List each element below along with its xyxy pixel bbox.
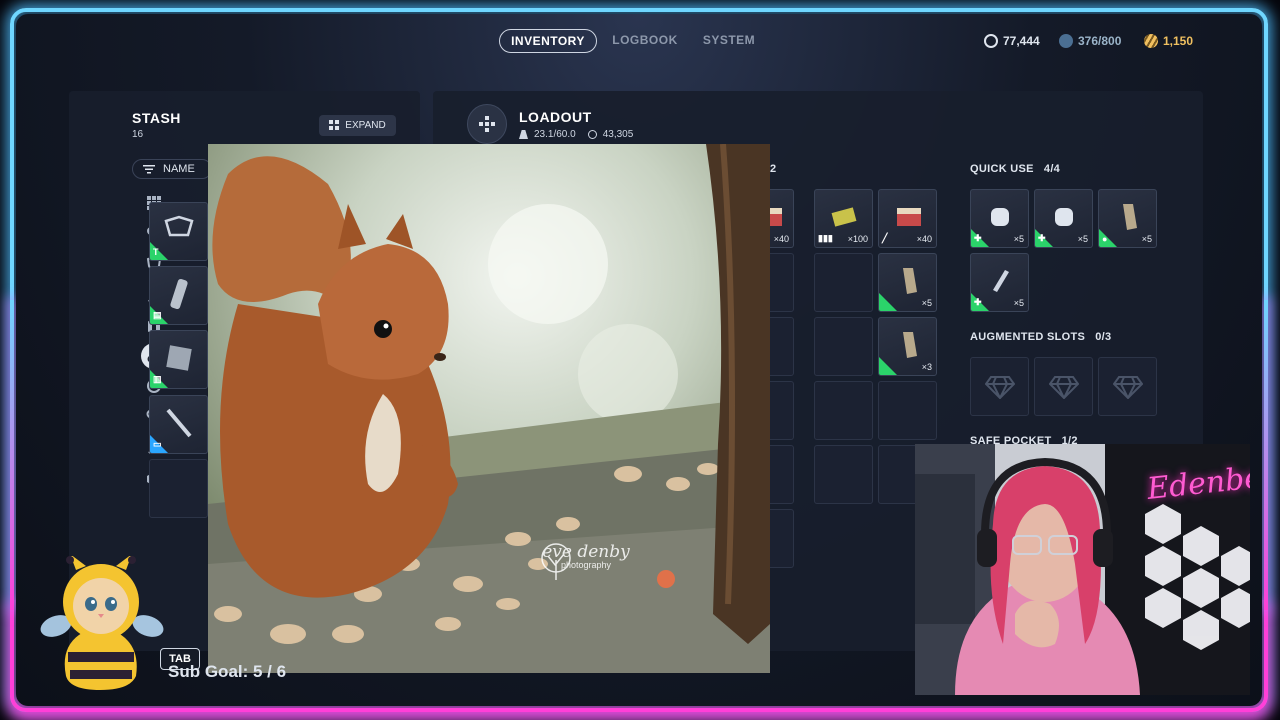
squirrel-photo-overlay: eve denby photography <box>208 144 770 673</box>
currency-coins: 77,444 <box>984 34 1040 48</box>
expand-button[interactable]: EXPAND <box>319 115 396 136</box>
canister-item-icon <box>170 278 188 310</box>
loadout-weight: 23.1/60.0 <box>534 129 576 140</box>
tab-logbook[interactable]: LOGBOOK <box>606 29 684 53</box>
quick-use-slot[interactable]: ✚ ×5 <box>970 253 1029 312</box>
squirrel-photo <box>208 144 770 673</box>
ammo-type-icon: ╱ <box>882 233 888 243</box>
neon-border-left <box>10 300 14 610</box>
augmented-count: 0/3 <box>1095 331 1112 343</box>
stash-count: 16 <box>132 129 144 140</box>
backpack-slot-empty[interactable] <box>814 445 873 504</box>
stash-title: STASH <box>132 110 181 126</box>
heal-icon: ✚ <box>974 297 982 307</box>
gem-icon <box>1048 375 1079 399</box>
backpack-slot[interactable]: ×5 <box>878 253 937 312</box>
quick-use-slot[interactable]: ✚ ×5 <box>1034 189 1093 248</box>
backpack-slot-empty[interactable] <box>814 317 873 376</box>
backpack-slot[interactable]: ▮▮▮ ×100 <box>814 189 873 248</box>
loadout-icon <box>467 104 507 144</box>
augment-slot[interactable] <box>970 357 1029 416</box>
stash-slot[interactable]: ▥ <box>149 330 208 389</box>
ammo-type-icon: ▮▮▮ <box>818 233 833 243</box>
injector-item-icon <box>993 270 1009 292</box>
currency-tokens: 1,150 <box>1144 34 1193 48</box>
tree-logo-icon <box>541 543 571 580</box>
gem-icon <box>1112 375 1143 399</box>
tab-system[interactable]: SYSTEM <box>696 29 762 53</box>
backpack-slot-empty[interactable] <box>878 381 937 440</box>
storage-icon <box>1059 34 1073 48</box>
crossbow-item-icon <box>164 215 194 237</box>
plating-item-icon <box>166 345 192 371</box>
photo-watermark: eve denby photography <box>526 542 646 580</box>
gem-icon <box>984 375 1015 399</box>
bee-cat-mascot <box>40 556 164 690</box>
grenade-type-icon: ● <box>1102 234 1108 244</box>
coin-icon <box>984 34 998 48</box>
heal-icon: ✚ <box>1038 233 1046 243</box>
augment-slot[interactable] <box>1098 357 1157 416</box>
sub-goal-text: Sub Goal: 5 / 6 <box>168 662 287 681</box>
webcam-overlay: Edenbe <box>915 444 1250 695</box>
top-nav: INVENTORY LOGBOOK SYSTEM 77,444 376/800 … <box>16 26 1262 56</box>
backpack-count: 2 <box>770 163 777 175</box>
neon-border-right <box>1264 300 1268 610</box>
expand-icon <box>329 120 340 130</box>
filter-icon <box>143 165 155 174</box>
bandage-item-icon <box>1055 208 1073 226</box>
weight-icon <box>519 130 528 139</box>
backpack-slot[interactable]: ×3 <box>878 317 937 376</box>
loadout-stats: 23.1/60.0 43,305 <box>519 129 633 140</box>
sort-name-button[interactable]: NAME <box>132 159 212 179</box>
augmented-slots-label: AUGMENTED SLOTS 0/3 <box>970 331 1112 343</box>
stash-slot-empty[interactable] <box>149 459 208 518</box>
grenade-item-icon <box>1123 204 1137 230</box>
sort-label: NAME <box>163 163 195 175</box>
stash-slot[interactable]: ▤ <box>149 266 208 325</box>
tokens-value: 1,150 <box>1163 34 1194 48</box>
grenade-item-icon <box>903 332 917 358</box>
grenade-item-icon <box>903 268 917 294</box>
heal-icon: ✚ <box>974 233 982 243</box>
loadout-value: 43,305 <box>602 129 634 140</box>
quick-use-count: 4/4 <box>1043 163 1061 175</box>
stash-slot[interactable]: T <box>149 202 208 261</box>
quick-use-slot[interactable]: ● ×5 <box>1098 189 1157 248</box>
token-icon <box>1144 34 1158 48</box>
expand-label: EXPAND <box>345 120 386 131</box>
backpack-slot-empty[interactable] <box>814 381 873 440</box>
bandage-item-icon <box>991 208 1009 226</box>
storage-value: 376/800 <box>1078 34 1122 48</box>
stash-slot[interactable]: ▭ <box>149 395 208 454</box>
augment-slot[interactable] <box>1034 357 1093 416</box>
backpack-slot-empty[interactable] <box>814 253 873 312</box>
ammo-box-icon <box>897 208 921 226</box>
currency-storage: 376/800 <box>1059 34 1121 48</box>
backpack-slot[interactable]: ╱ ×40 <box>878 189 937 248</box>
quick-use-label: QUICK USE 4/4 <box>970 163 1061 175</box>
coins-value: 77,444 <box>1003 34 1040 48</box>
tab-inventory[interactable]: INVENTORY <box>499 29 597 53</box>
coin-icon <box>587 130 597 139</box>
blade-item-icon <box>166 408 192 438</box>
quick-use-slot[interactable]: ✚ ×5 <box>970 189 1029 248</box>
ammo-box-icon <box>831 207 857 227</box>
loadout-title: LOADOUT <box>519 109 592 125</box>
